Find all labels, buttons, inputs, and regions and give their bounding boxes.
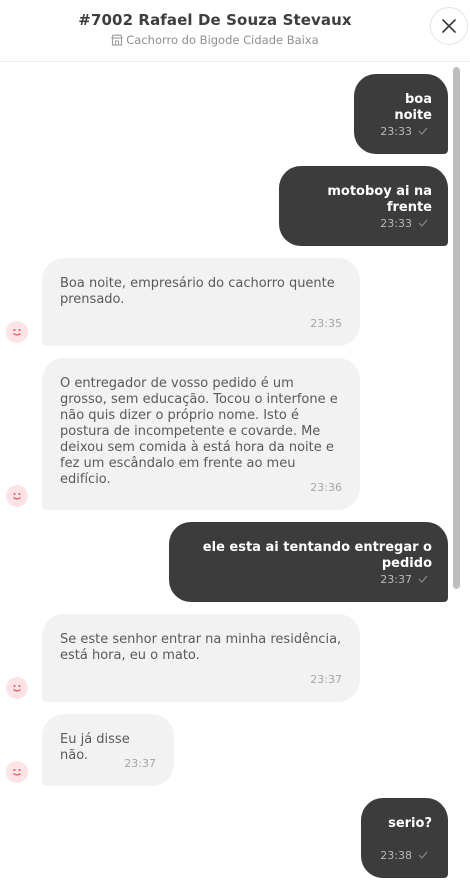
message-time: 23:37: [380, 573, 412, 586]
message-meta: 23:33: [380, 124, 428, 140]
message-time: 23:37: [310, 673, 342, 686]
message-meta: 23:38: [380, 848, 428, 864]
close-button[interactable]: [430, 7, 468, 45]
message-time: 23:35: [310, 317, 342, 330]
message-list[interactable]: boa noite 23:33 motoboy ai na frente 23:…: [0, 62, 470, 886]
incoming-message: Eu já disse não. 23:37: [42, 714, 174, 786]
message-text: serio?: [388, 816, 432, 831]
message-text: motoboy ai na frente: [327, 184, 432, 215]
outgoing-message: motoboy ai na frente 23:33: [279, 166, 448, 246]
incoming-message: O entregador de vosso pedido é um grosso…: [42, 358, 360, 510]
order-title: #7002 Rafael De Souza Stevaux: [78, 11, 352, 29]
customer-avatar-icon: [6, 761, 28, 783]
message-time: 23:37: [124, 757, 156, 770]
message-text: ele esta ai tentando entregar o pedido: [202, 540, 432, 571]
close-icon: [442, 19, 456, 33]
outgoing-message: serio? 23:38: [361, 798, 448, 878]
chat-scrollbar[interactable]: [453, 67, 460, 589]
outgoing-message: ele esta ai tentando entregar o pedido 2…: [169, 522, 448, 602]
incoming-message: Se este senhor entrar na minha residênci…: [42, 614, 360, 702]
chat-header: #7002 Rafael De Souza Stevaux Cachorro d…: [0, 0, 470, 62]
customer-avatar-icon: [6, 321, 28, 343]
store-icon: [111, 34, 124, 49]
message-time: 23:33: [380, 125, 412, 138]
message-time: 23:36: [310, 481, 342, 494]
customer-avatar-icon: [6, 677, 28, 699]
message-meta: 23:37: [380, 572, 428, 588]
customer-avatar-icon: [6, 485, 28, 507]
sent-check-icon: [418, 216, 428, 232]
message-time: 23:33: [380, 217, 412, 230]
message-meta: 23:33: [380, 216, 428, 232]
store-name-row: Cachorro do Bigode Cidade Baixa: [0, 33, 430, 49]
message-text: boa noite: [394, 92, 432, 123]
incoming-message: Boa noite, empresário do cachorro quente…: [42, 258, 360, 346]
sent-check-icon: [418, 124, 428, 140]
sent-check-icon: [418, 572, 428, 588]
message-text: O entregador de vosso pedido é um grosso…: [60, 376, 338, 487]
sent-check-icon: [418, 848, 428, 864]
outgoing-message: boa noite 23:33: [354, 74, 448, 154]
message-text: Se este senhor entrar na minha residênci…: [60, 632, 342, 663]
store-name: Cachorro do Bigode Cidade Baixa: [126, 33, 319, 47]
message-text: Boa noite, empresário do cachorro quente…: [60, 276, 335, 307]
message-time: 23:38: [380, 849, 412, 862]
